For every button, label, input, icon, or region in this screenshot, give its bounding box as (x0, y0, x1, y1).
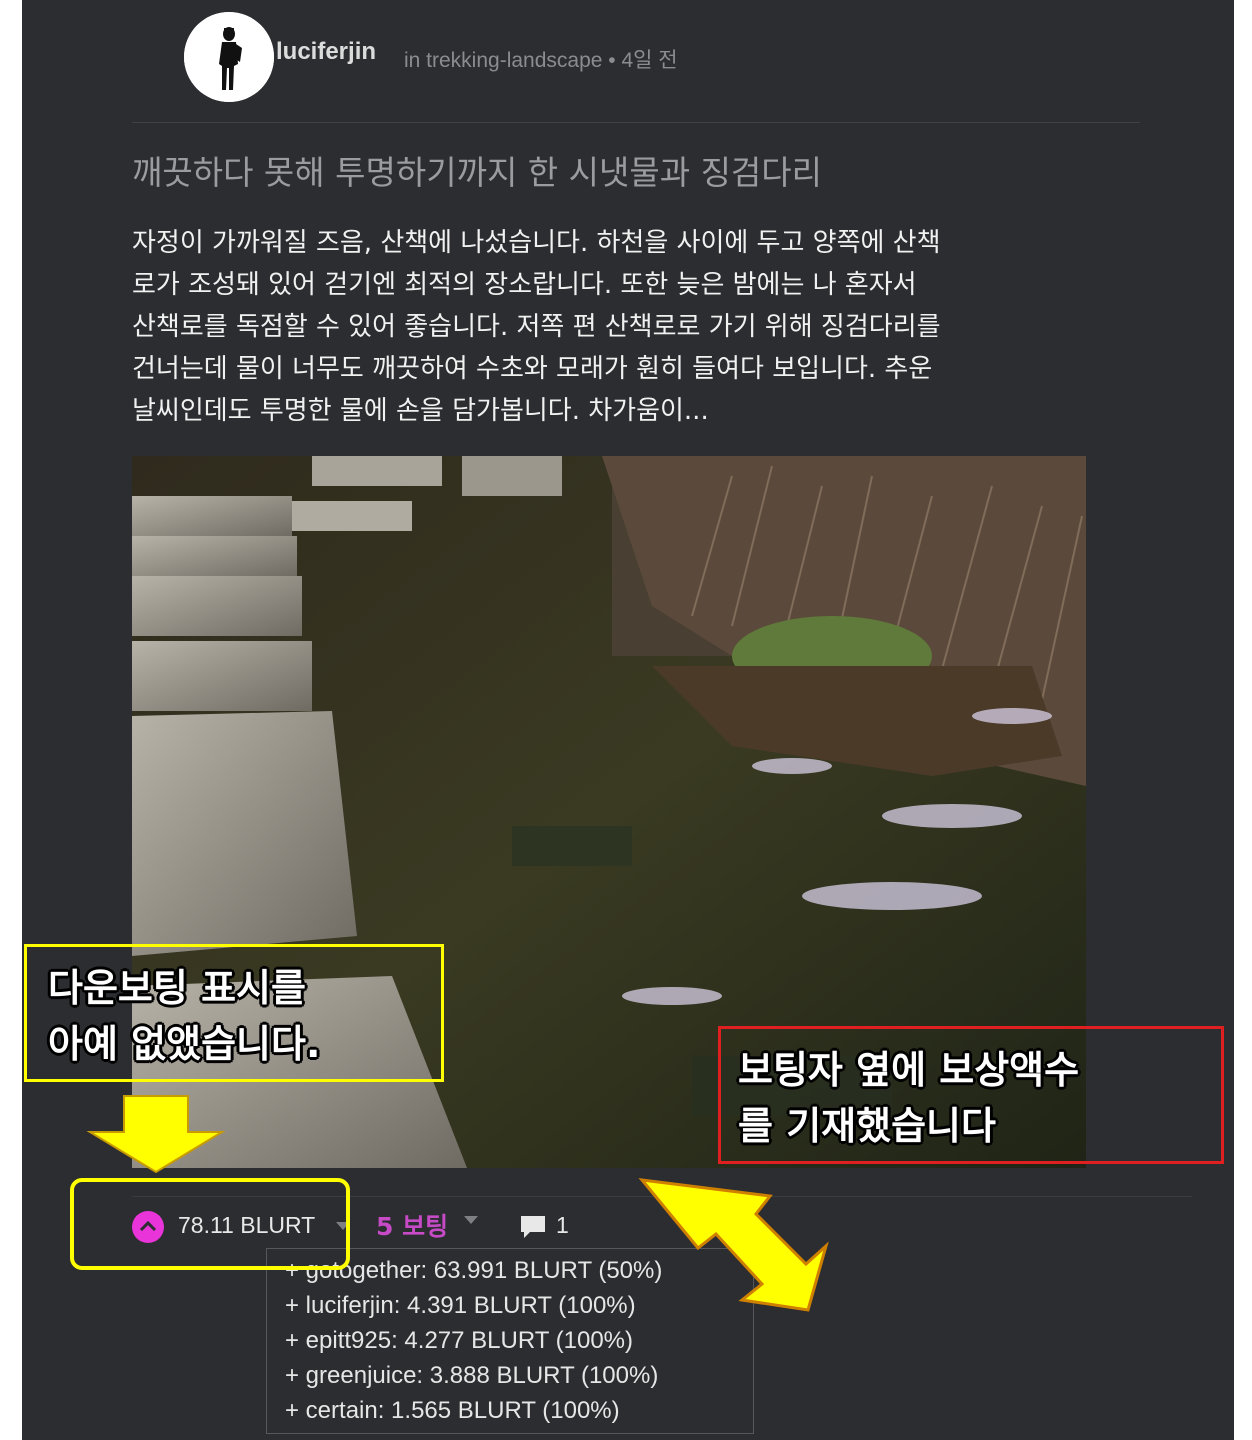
downvote-note-text: 다운보팅 표시를 아예 없앴습니다. (48, 960, 320, 1072)
note-line: 아예 없앴습니다. (48, 1022, 321, 1066)
note-line: 보팅자 옆에 보상액수 (738, 1048, 1080, 1092)
excerpt-line: 산책로를 독점할 수 있어 좋습니다. 저쪽 편 산책로로 가기 위해 징검다리… (132, 312, 941, 342)
hiker-silhouette-icon (184, 12, 274, 102)
excerpt-line: 날씨인데도 투명한 물에 손을 담가봅니다. 차가움이... (132, 396, 709, 426)
comment-count[interactable]: 1 (556, 1212, 569, 1239)
voter-item[interactable]: + greenjuice: 3.888 BLURT (100%) (285, 1362, 658, 1390)
voters-chevron-down-icon[interactable] (464, 1216, 478, 1224)
post-excerpt[interactable]: 자정이 가까워질 즈음, 산책에 나섰습니다. 하천을 사이에 두고 양쪽에 산… (132, 222, 1122, 432)
excerpt-line: 자정이 가까워질 즈음, 산책에 나섰습니다. 하천을 사이에 두고 양쪽에 산… (132, 228, 941, 258)
voters-dropdown: + gotogether: 63.991 BLURT (50%) + lucif… (266, 1248, 754, 1434)
excerpt-line: 건너는데 물이 너무도 깨끗하여 수초와 모래가 훤히 들여다 보입니다. 추운 (132, 354, 933, 384)
author-name[interactable]: luciferjin (276, 38, 376, 66)
header-divider (132, 122, 1140, 123)
post-title[interactable]: 깨끗하다 못해 투명하기까지 한 시냇물과 징검다리 (132, 146, 822, 194)
note-line: 다운보팅 표시를 (48, 966, 306, 1010)
voter-item[interactable]: + certain: 1.565 BLURT (100%) (285, 1397, 620, 1425)
comment-icon[interactable] (518, 1213, 548, 1241)
author-avatar[interactable] (184, 12, 274, 102)
reward-note-text: 보팅자 옆에 보상액수 를 기재했습니다 (738, 1042, 1079, 1154)
note-line: 를 기재했습니다 (738, 1104, 996, 1148)
excerpt-line: 로가 조성돼 있어 걷기엔 최적의 장소랍니다. 또한 늦은 밤에는 나 혼자서 (132, 270, 917, 300)
voters-toggle[interactable]: 5 보팅 (376, 1207, 448, 1243)
post-meta[interactable]: in trekking-landscape • 4일 전 (404, 44, 678, 74)
voter-item[interactable]: + epitt925: 4.277 BLURT (100%) (285, 1327, 633, 1355)
voter-item[interactable]: + luciferjin: 4.391 BLURT (100%) (285, 1292, 636, 1320)
payout-highlight-box (70, 1178, 350, 1270)
